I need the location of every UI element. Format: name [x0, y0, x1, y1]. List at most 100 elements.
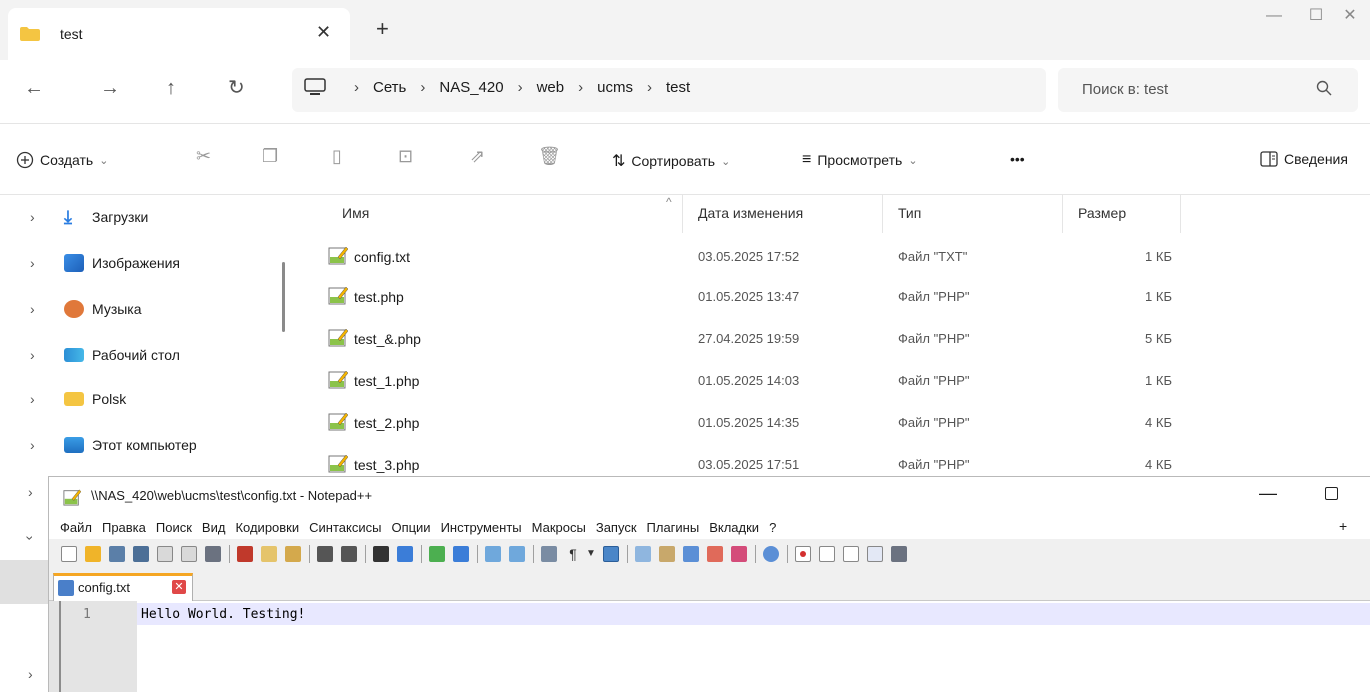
column-header-name[interactable]: Имя — [342, 205, 369, 221]
menu-file[interactable]: Файл — [55, 520, 97, 535]
share-icon[interactable]: ⇗ — [470, 146, 485, 167]
file-row[interactable]: test.php 01.05.2025 13:47 Файл "PHP" 1 К… — [292, 279, 1370, 319]
monitoring-icon[interactable] — [763, 546, 779, 562]
menu-plugins[interactable]: Плагины — [642, 520, 705, 535]
copy-icon[interactable] — [261, 546, 277, 562]
rename-icon[interactable]: ⊡ — [398, 146, 413, 167]
editor-text[interactable]: Hello World. Testing! — [141, 607, 305, 622]
notepad-maximize-button[interactable] — [1325, 487, 1338, 500]
back-icon[interactable]: ← — [24, 78, 44, 98]
forward-icon[interactable]: → — [100, 78, 120, 98]
sidebar-item-music[interactable]: › Музыка — [0, 289, 292, 329]
find-icon[interactable] — [373, 546, 389, 562]
breadcrumb-item[interactable]: Сеть — [369, 79, 410, 96]
sidebar-item-desktop[interactable]: › Рабочий стол — [0, 335, 292, 375]
minimize-button[interactable]: — — [1254, 4, 1294, 32]
sidebar-item-pictures[interactable]: › Изображения — [0, 243, 292, 283]
undo-icon[interactable] — [317, 546, 333, 562]
menu-macro[interactable]: Макросы — [527, 520, 591, 535]
replace-icon[interactable] — [397, 546, 413, 562]
notepad-minimize-button[interactable]: — — [1259, 483, 1277, 504]
column-divider[interactable] — [882, 195, 883, 233]
explorer-tab[interactable]: test ✕ — [8, 8, 350, 60]
close-button[interactable]: ✕ — [1330, 4, 1370, 32]
new-button[interactable]: Создать ⌄ — [16, 151, 108, 169]
copy-icon[interactable]: ❐ — [262, 146, 278, 167]
paste-icon[interactable] — [285, 546, 301, 562]
paste-icon[interactable]: ▯ — [332, 146, 342, 167]
menu-edit[interactable]: Правка — [97, 520, 151, 535]
notepad-titlebar[interactable]: \\NAS_420\web\ucms\test\config.txt - Not… — [49, 477, 1370, 515]
file-row[interactable]: test_1.php 01.05.2025 14:03 Файл "PHP" 1… — [292, 363, 1370, 403]
column-header-size[interactable]: Размер — [1078, 205, 1126, 221]
new-file-icon[interactable] — [61, 546, 77, 562]
column-divider[interactable] — [682, 195, 683, 233]
menu-language[interactable]: Синтаксисы — [304, 520, 386, 535]
sidebar-item-downloads[interactable]: › ⤓ Загрузки — [0, 197, 292, 237]
menu-plus-button[interactable]: + — [1339, 518, 1347, 534]
save-icon[interactable] — [109, 546, 125, 562]
sidebar-item-this-pc[interactable]: › Этот компьютер — [0, 425, 292, 465]
breadcrumb-item[interactable]: NAS_420 — [435, 79, 507, 96]
menu-run[interactable]: Запуск — [591, 520, 642, 535]
expand-icon[interactable]: › — [30, 209, 35, 225]
delete-icon[interactable]: 🗑 — [538, 146, 561, 167]
show-all-chars-icon[interactable]: ¶ — [565, 546, 581, 562]
column-header-date[interactable]: Дата изменения — [698, 205, 803, 221]
sidebar-scrollbar[interactable] — [282, 262, 285, 332]
sidebar-item-polsk[interactable]: › Polsk — [0, 379, 292, 419]
indent-guide-icon[interactable] — [603, 546, 619, 562]
stop-macro-icon[interactable] — [819, 546, 835, 562]
search-input[interactable]: Поиск в: test — [1058, 68, 1358, 112]
sync-vertical-icon[interactable] — [485, 546, 501, 562]
expand-icon[interactable]: › — [30, 301, 35, 317]
column-divider[interactable] — [1062, 195, 1063, 233]
record-macro-icon[interactable] — [795, 546, 811, 562]
refresh-icon[interactable]: ↻ — [228, 78, 245, 98]
file-row[interactable]: test_2.php 01.05.2025 14:35 Файл "PHP" 4… — [292, 405, 1370, 445]
view-button[interactable]: ≡ Просмотреть ⌄ — [802, 151, 918, 169]
run-macro-multiple-icon[interactable] — [867, 546, 883, 562]
menu-search[interactable]: Поиск — [151, 520, 197, 535]
breadcrumb-item[interactable]: ucms — [593, 79, 637, 96]
zoom-out-icon[interactable] — [453, 546, 469, 562]
print-icon[interactable] — [205, 546, 221, 562]
doc-list-icon[interactable] — [683, 546, 699, 562]
up-icon[interactable]: ↑ — [166, 78, 176, 98]
details-button[interactable]: Сведения — [1260, 151, 1348, 167]
collapse-icon[interactable]: › — [22, 536, 38, 541]
expand-icon[interactable]: › — [28, 484, 33, 500]
open-file-icon[interactable] — [85, 546, 101, 562]
new-tab-button[interactable]: + — [376, 18, 389, 40]
close-icon[interactable]: ✕ — [172, 580, 186, 594]
folder-workspace-icon[interactable] — [731, 546, 747, 562]
save-macro-icon[interactable] — [891, 546, 907, 562]
editor-area[interactable]: 1 Hello World. Testing! — [49, 601, 1370, 692]
sort-button[interactable]: ⇅ Сортировать ⌄ — [612, 151, 730, 171]
user-language-icon[interactable] — [635, 546, 651, 562]
expand-icon[interactable]: › — [30, 255, 35, 271]
breadcrumb-item[interactable]: test — [662, 79, 694, 96]
doc-map-icon[interactable] — [659, 546, 675, 562]
save-all-icon[interactable] — [133, 546, 149, 562]
expand-icon[interactable]: › — [30, 437, 35, 453]
redo-icon[interactable] — [341, 546, 357, 562]
cut-icon[interactable]: ✂ — [196, 146, 211, 167]
close-all-icon[interactable] — [181, 546, 197, 562]
file-row[interactable]: config.txt 03.05.2025 17:52 Файл "TXT" 1… — [292, 239, 1370, 279]
menu-encoding[interactable]: Кодировки — [230, 520, 304, 535]
cut-icon[interactable] — [237, 546, 253, 562]
column-divider[interactable] — [1180, 195, 1181, 233]
menu-help[interactable]: ? — [764, 520, 781, 535]
column-header-type[interactable]: Тип — [898, 205, 921, 221]
expand-icon[interactable]: › — [30, 391, 35, 407]
more-button[interactable]: ••• — [1010, 151, 1025, 167]
function-list-icon[interactable] — [707, 546, 723, 562]
sidebar-selected-item[interactable] — [0, 560, 48, 604]
expand-icon[interactable]: › — [28, 666, 33, 682]
play-macro-icon[interactable] — [843, 546, 859, 562]
word-wrap-icon[interactable] — [541, 546, 557, 562]
notepad-tab-config[interactable]: config.txt ✕ — [53, 573, 193, 601]
tab-close-icon[interactable]: ✕ — [316, 22, 331, 43]
menu-tools[interactable]: Инструменты — [436, 520, 527, 535]
